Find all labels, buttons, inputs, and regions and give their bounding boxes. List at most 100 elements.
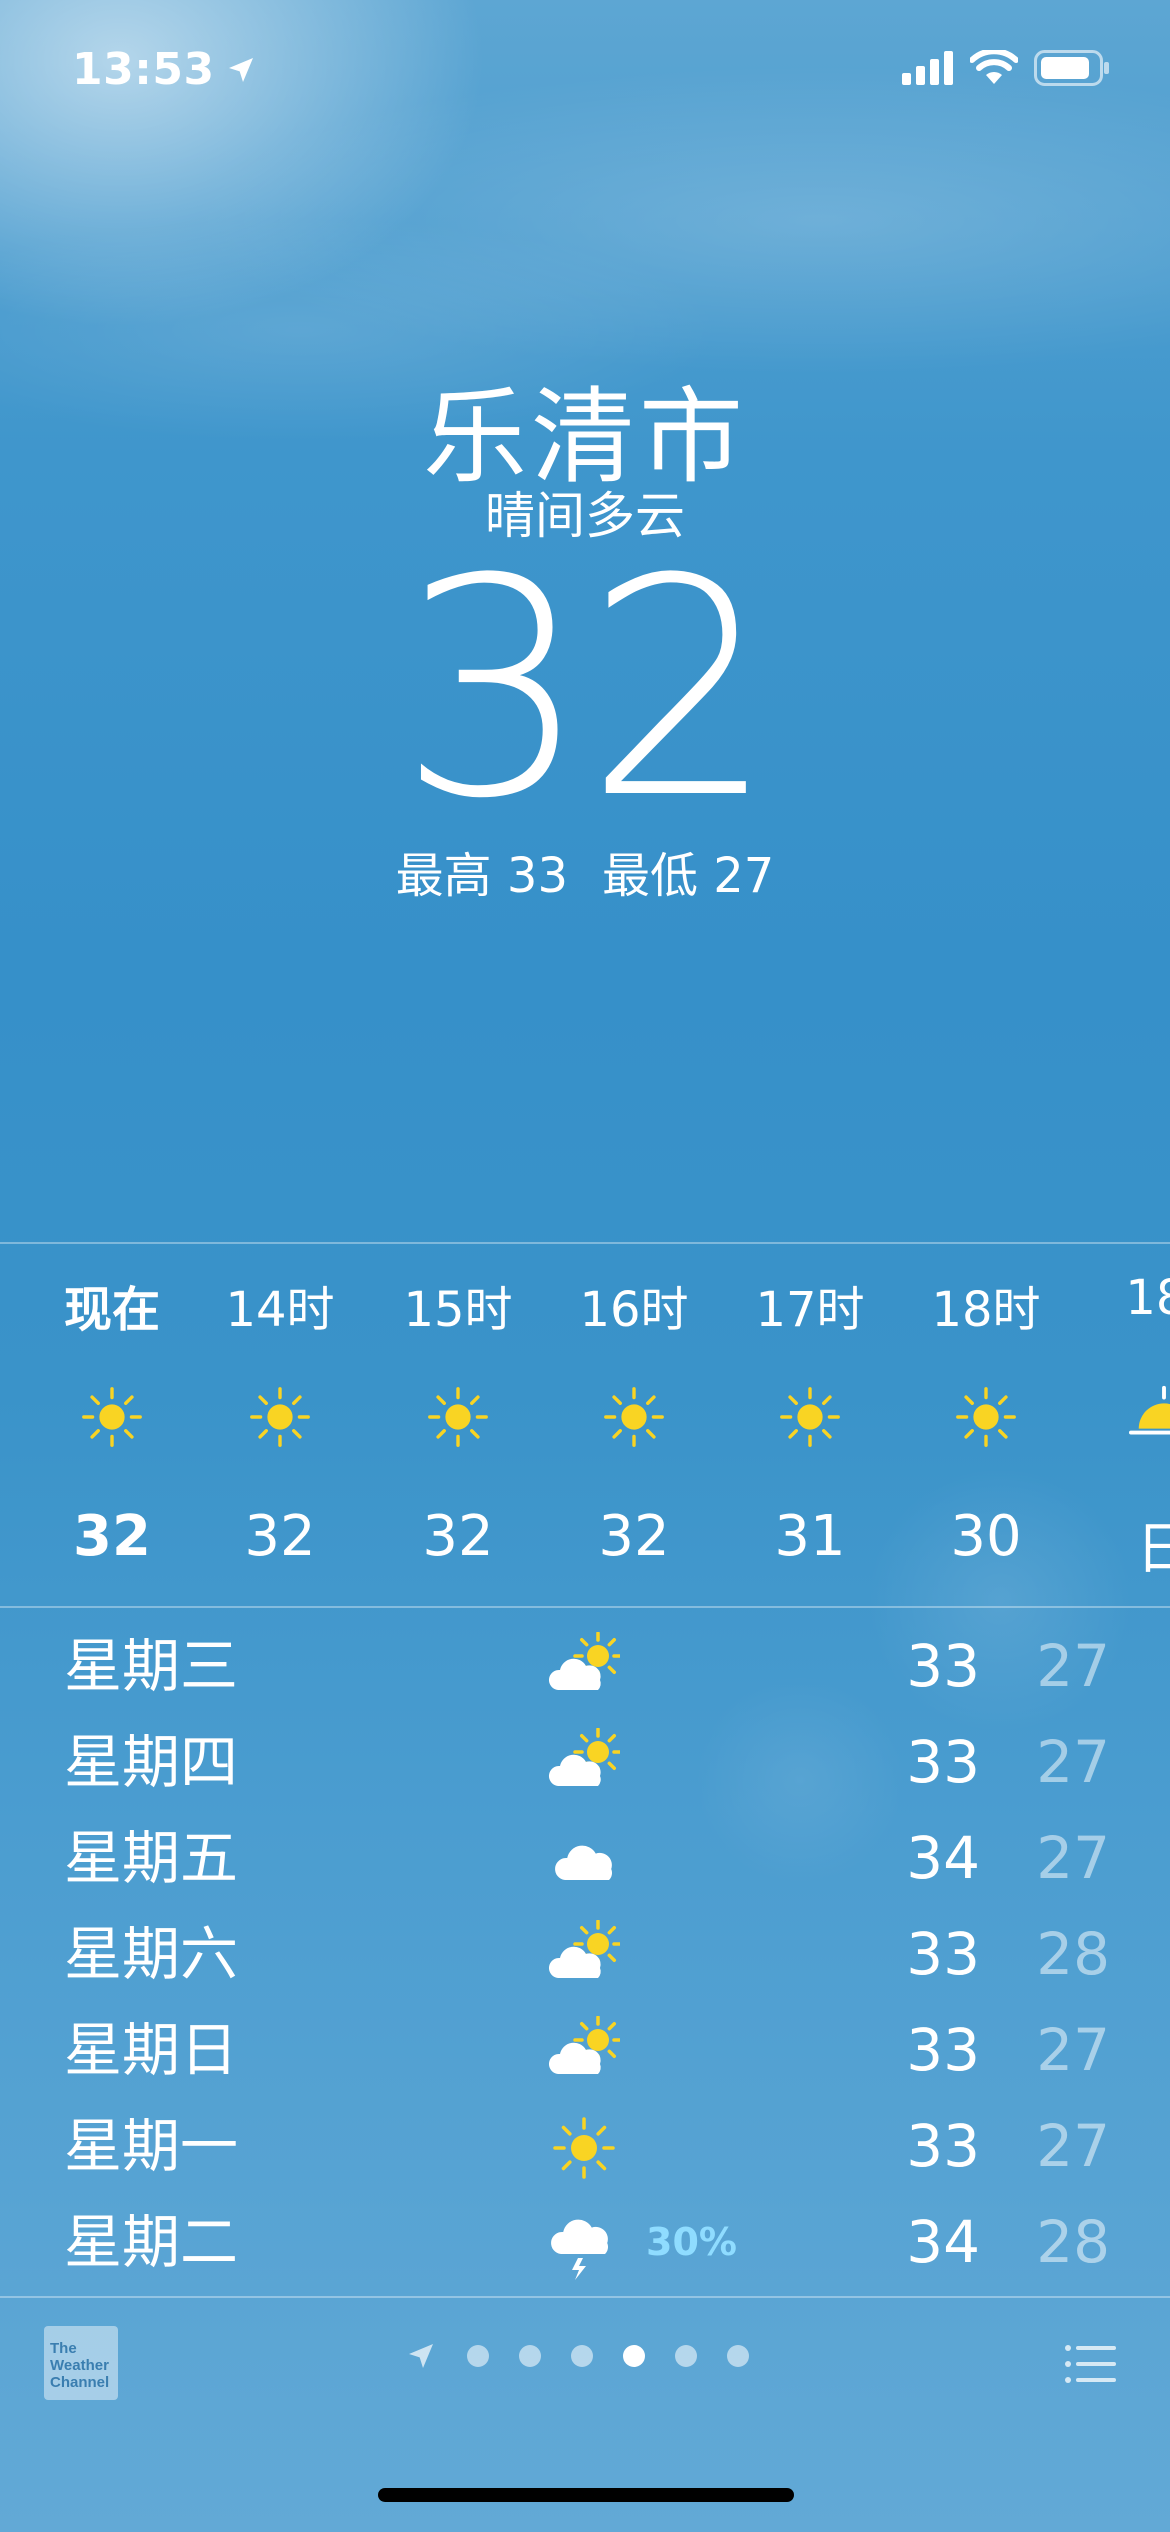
hourly-forecast[interactable]: 现在 32 14时 32 15时 32 16时 32 17时 31 18时 30 18: 日 xyxy=(0,1242,1170,1606)
hourly-time: 18: xyxy=(1125,1270,1170,1326)
high-temperature: 最高 33 xyxy=(395,848,568,904)
partly-cloudy-icon xyxy=(548,2015,623,2074)
day-name: 星期六 xyxy=(64,1920,239,1988)
day-high: 33 xyxy=(906,1632,980,1700)
cellular-signal-icon xyxy=(902,51,953,85)
low-temperature: 最低 27 xyxy=(602,848,775,904)
hourly-temp: 日 xyxy=(1136,1517,1170,1582)
hourly-icon-wrap xyxy=(370,1382,546,1456)
page-dot[interactable] xyxy=(519,2345,541,2367)
day-high: 34 xyxy=(906,2208,980,2276)
current-temperature: 32 xyxy=(398,515,776,864)
day-low: 27 xyxy=(1036,1728,1110,1796)
cloud-icon xyxy=(555,1845,613,1880)
day-low: 27 xyxy=(1036,1632,1110,1700)
battery-icon xyxy=(1034,50,1109,86)
day-name: 星期四 xyxy=(64,1728,239,1796)
hourly-temp: 31 xyxy=(774,1504,846,1569)
day-name: 星期三 xyxy=(64,1632,239,1700)
hourly-temp: 32 xyxy=(598,1504,670,1569)
hourly-icon-wrap xyxy=(722,1382,898,1456)
hourly-icon-wrap xyxy=(192,1382,368,1456)
daily-row: 星期四 33 27 xyxy=(0,1714,1170,1810)
day-icon-wrap xyxy=(548,2112,620,2184)
daily-row: 星期六 33 28 xyxy=(0,1906,1170,2002)
daily-row: 星期二 30% 34 28 xyxy=(0,2194,1170,2290)
partly-cloudy-icon xyxy=(548,1727,623,1786)
day-icon-wrap xyxy=(548,1824,620,1896)
hourly-time: 15时 xyxy=(403,1282,513,1338)
hourly-icon-wrap xyxy=(1076,1382,1170,1456)
sunset-icon xyxy=(1129,1385,1170,1435)
day-high: 33 xyxy=(906,2016,980,2084)
hourly-bottom-divider xyxy=(0,1606,1170,1608)
logo-line-1: The xyxy=(50,2340,77,2357)
page-dot[interactable] xyxy=(571,2345,593,2367)
hourly-icon-wrap xyxy=(30,1382,194,1456)
location-arrow-icon xyxy=(409,2344,433,2368)
status-time: 13:53 xyxy=(72,44,257,95)
day-icon-wrap xyxy=(548,1631,623,1704)
hourly-time: 14时 xyxy=(225,1282,335,1338)
logo-line-3: Channel xyxy=(50,2374,110,2391)
page-dot[interactable] xyxy=(727,2345,749,2367)
logo-line-2: Weather xyxy=(50,2357,109,2374)
page-dot[interactable] xyxy=(675,2345,697,2367)
sun-icon xyxy=(250,1387,310,1447)
day-low: 28 xyxy=(1036,1920,1110,1988)
day-name: 星期日 xyxy=(64,2016,239,2084)
sun-icon xyxy=(82,1387,142,1447)
day-name: 星期二 xyxy=(64,2208,239,2276)
daily-row: 星期日 33 27 xyxy=(0,2002,1170,2098)
day-low: 28 xyxy=(1036,2208,1110,2276)
page-dot[interactable] xyxy=(467,2345,489,2367)
status-time-text: 13:53 xyxy=(72,44,215,95)
hourly-icon-wrap xyxy=(546,1382,722,1456)
partly-cloudy-icon xyxy=(548,1631,623,1690)
day-low: 27 xyxy=(1036,1824,1110,1892)
home-indicator[interactable] xyxy=(378,2488,794,2502)
hourly-temp: 30 xyxy=(950,1504,1022,1569)
page-dot-active[interactable] xyxy=(623,2345,645,2367)
day-name: 星期五 xyxy=(64,1824,239,1892)
day-high: 33 xyxy=(906,2112,980,2180)
hourly-temp: 32 xyxy=(244,1504,316,1569)
wifi-icon xyxy=(970,50,1018,84)
daily-row: 星期三 33 27 xyxy=(0,1618,1170,1714)
day-icon-wrap xyxy=(548,2208,620,2280)
sun-icon xyxy=(428,1387,488,1447)
location-arrow-icon xyxy=(228,57,253,82)
partly-cloudy-icon xyxy=(548,1919,623,1978)
thunderstorm-icon xyxy=(551,2219,609,2280)
sun-icon xyxy=(553,2117,615,2179)
weather-channel-logo[interactable]: The Weather Channel xyxy=(44,2326,118,2400)
day-low: 27 xyxy=(1036,2112,1110,2180)
hourly-time: 现在 xyxy=(63,1282,160,1338)
day-icon-wrap xyxy=(548,1919,623,1992)
hourly-temp: 32 xyxy=(73,1504,151,1569)
hourly-time: 16时 xyxy=(579,1282,689,1338)
status-icons xyxy=(902,50,1110,86)
daily-row: 星期五 34 27 xyxy=(0,1810,1170,1906)
high-low: 最高 33 最低 27 xyxy=(0,836,1170,906)
sun-icon xyxy=(780,1387,840,1447)
hourly-icon-wrap xyxy=(898,1382,1074,1456)
day-icon-wrap xyxy=(548,1727,623,1800)
sun-icon xyxy=(956,1387,1016,1447)
hourly-time: 18时 xyxy=(931,1282,1041,1338)
page-indicator[interactable] xyxy=(405,2340,749,2372)
day-high: 33 xyxy=(906,1728,980,1796)
hourly-temp: 32 xyxy=(422,1504,494,1569)
day-low: 27 xyxy=(1036,2016,1110,2084)
city-list-icon[interactable] xyxy=(1064,2344,1116,2384)
footer-divider xyxy=(0,2296,1170,2298)
day-name: 星期一 xyxy=(64,2112,239,2180)
hourly-time: 17时 xyxy=(755,1282,865,1338)
day-icon-wrap xyxy=(548,2015,623,2088)
day-high: 34 xyxy=(906,1824,980,1892)
sun-icon xyxy=(604,1387,664,1447)
daily-row: 星期一 33 27 xyxy=(0,2098,1170,2194)
precip-chance: 30% xyxy=(646,2220,737,2264)
day-high: 33 xyxy=(906,1920,980,1988)
daily-forecast[interactable]: 星期三 33 27 星期四 33 27 星期五 34 27 星期六 33 28 星期日 33 27 星期一 33… xyxy=(0,1618,1170,2290)
